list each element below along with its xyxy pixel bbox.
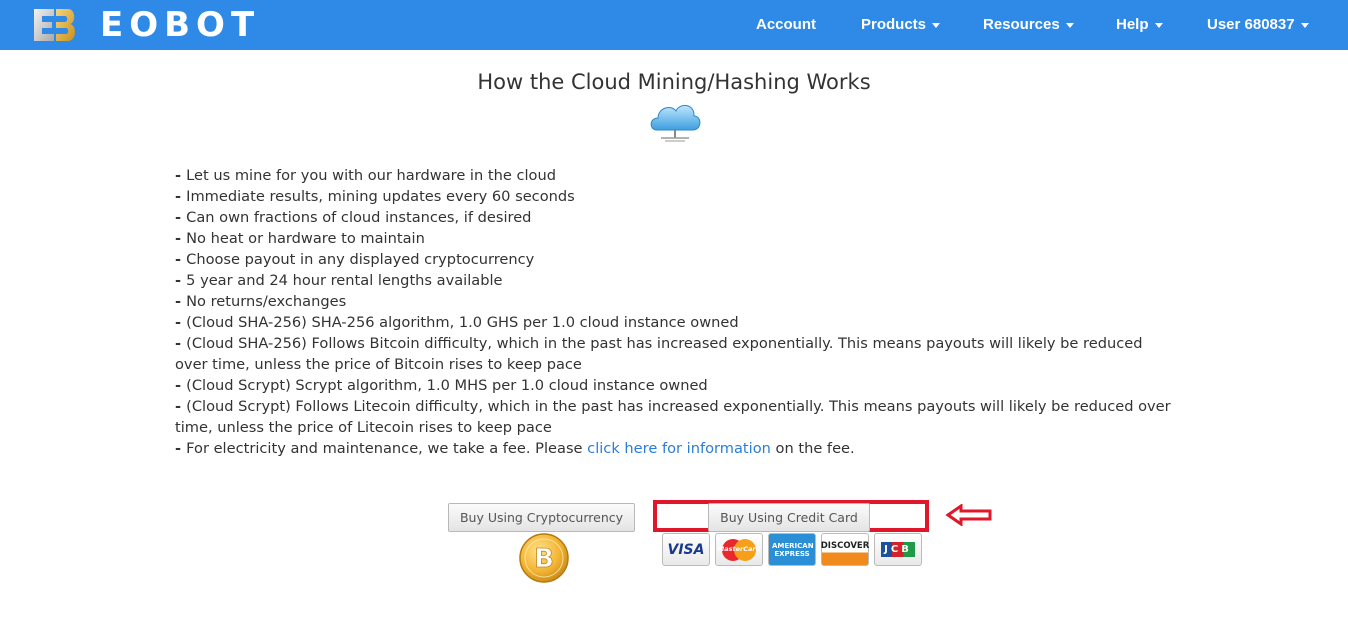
jcb-card-icon: JCB [874,533,922,566]
cloud-icon [650,104,701,142]
features-list: - Let us mine for you with our hardware … [175,165,1175,459]
mastercard-icon: MasterCard [715,533,763,566]
amex-card-icon: AMERICAN EXPRESS [768,533,816,566]
discover-card-icon: DISCOVER [821,533,869,566]
nav-products[interactable]: Products [861,0,941,50]
caret-down-icon [1300,22,1309,28]
list-item: - (Cloud SHA-256) Follows Bitcoin diffic… [175,335,1143,373]
caret-down-icon [932,22,941,28]
nav-user-label: User 680837 [1207,16,1295,33]
bitcoin-symbol: B [534,544,554,574]
visa-card-icon: VISA [662,533,710,566]
left-arrow-icon [945,504,992,526]
nav-resources[interactable]: Resources [983,0,1074,50]
list-item: - (Cloud SHA-256) SHA-256 algorithm, 1.0… [175,314,739,331]
list-item: - No returns/exchanges [175,293,347,310]
nav-help[interactable]: Help [1116,0,1163,50]
caret-down-icon [1154,22,1163,28]
fee-info-link[interactable]: click here for information [587,440,771,457]
brand-name: EOBOT [100,5,261,45]
card-logos: VISA MasterCard AMERICAN EXPRESS DISCOVE… [662,533,922,566]
list-item: - (Cloud Scrypt) Scrypt algorithm, 1.0 M… [175,377,708,394]
nav-products-label: Products [861,16,927,33]
nav-user[interactable]: User 680837 [1207,0,1309,50]
list-item: - Can own fractions of cloud instances, … [175,209,532,226]
nav-account[interactable]: Account [756,0,816,50]
caret-down-icon [1065,22,1074,28]
list-item: - 5 year and 24 hour rental lengths avai… [175,272,503,289]
nav-account-label: Account [756,16,816,33]
list-item: - (Cloud Scrypt) Follows Litecoin diffic… [175,398,1171,436]
page-title: How the Cloud Mining/Hashing Works [477,70,871,94]
nav-resources-label: Resources [983,16,1060,33]
list-item: - Let us mine for you with our hardware … [175,167,556,184]
eobot-logo-icon [34,9,76,41]
eobot-logo[interactable]: EOBOT [32,6,260,44]
buy-credit-card-button[interactable]: Buy Using Credit Card [708,503,870,532]
jcb-letter-j: JCB [881,542,915,557]
nav-help-label: Help [1116,16,1149,33]
list-item: - Immediate results, mining updates ever… [175,188,575,205]
list-item: - Choose payout in any displayed cryptoc… [175,251,535,268]
buy-crypto-button[interactable]: Buy Using Cryptocurrency [448,503,635,532]
list-item: - No heat or hardware to maintain [175,230,425,247]
bitcoin-icon: B [519,533,569,583]
list-item-fee: - For electricity and maintenance, we ta… [175,440,855,457]
top-navbar: EOBOT Account Products Resources Help Us… [0,0,1348,50]
